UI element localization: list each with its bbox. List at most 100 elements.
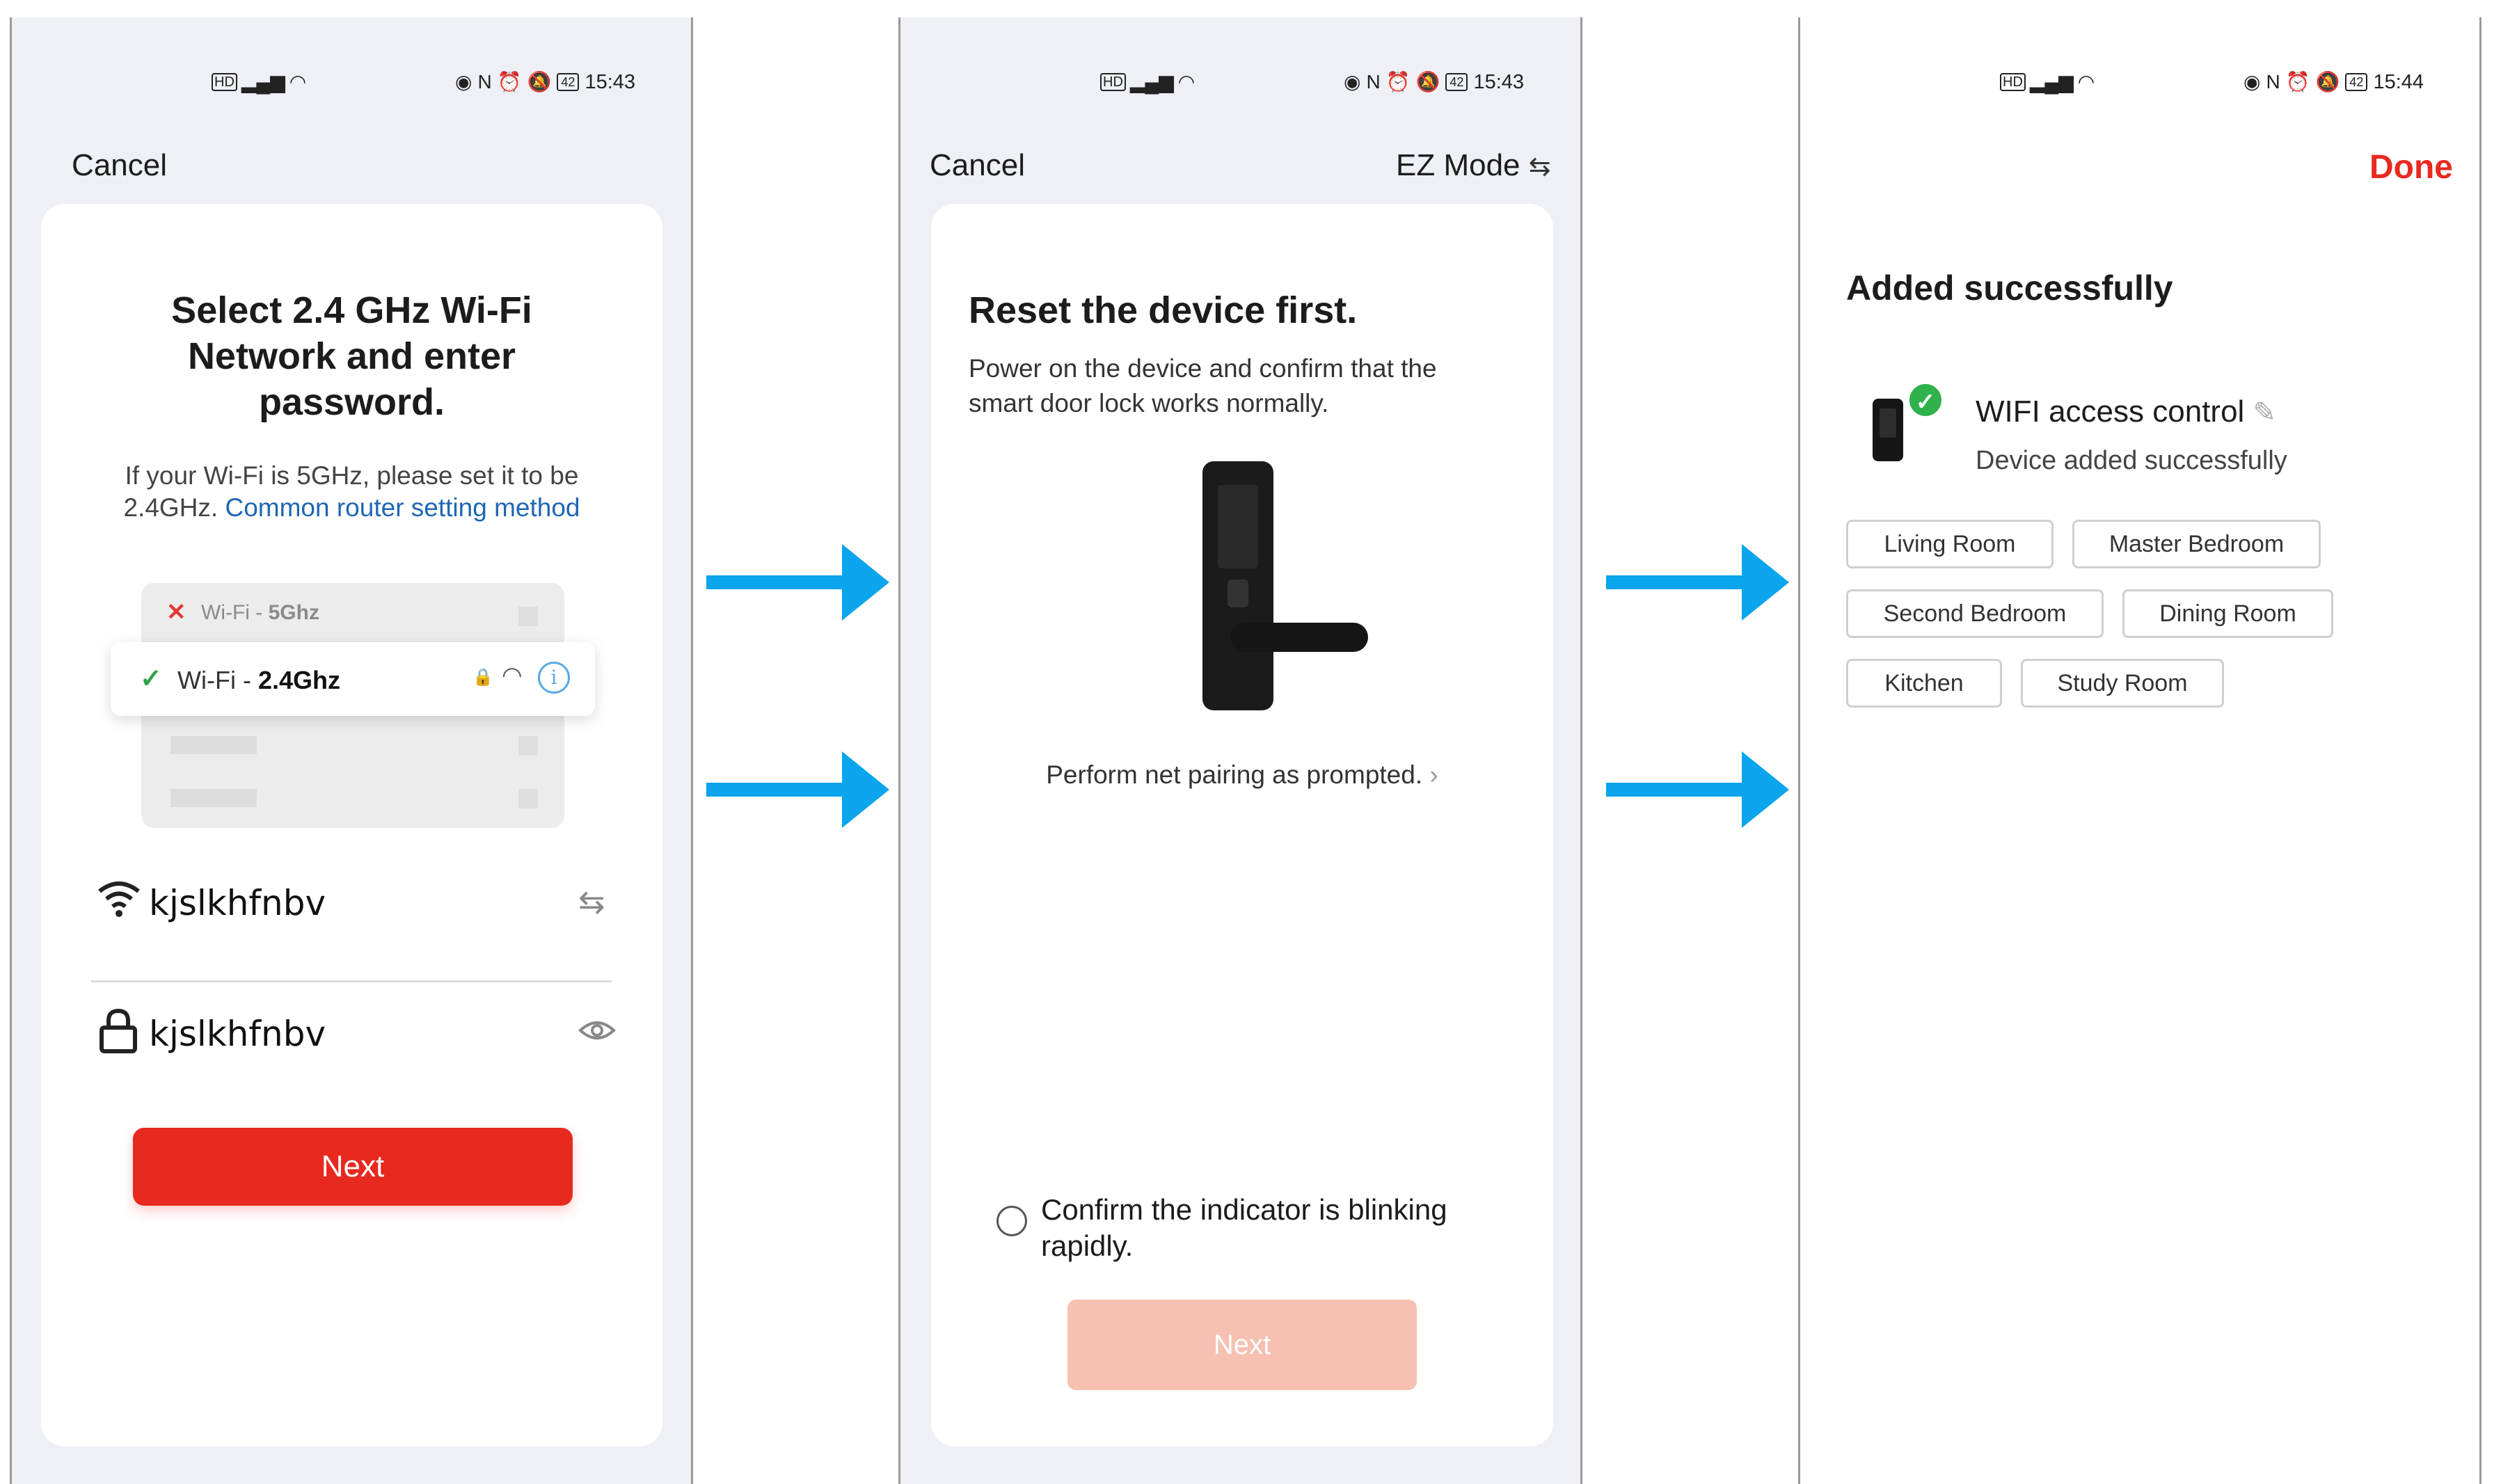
lock-small-icon: 🔒 xyxy=(472,668,493,687)
room-tag-living-room[interactable]: Living Room xyxy=(1846,520,2054,568)
arrow-right-icon xyxy=(1606,544,1789,621)
arrow-right-icon xyxy=(706,544,889,621)
lock-icon xyxy=(100,1008,137,1053)
arrow-right-icon xyxy=(1606,751,1789,828)
room-tag-label: Living Room xyxy=(1884,530,2016,557)
status-right: ◉ N ⏰ 🔕 42 15:43 xyxy=(1344,70,1524,94)
device-keypad xyxy=(1880,408,1896,438)
ez-mode-label: EZ Mode xyxy=(1396,148,1520,182)
status-left: HD ▂▄▆ ◠ xyxy=(2000,70,2095,94)
device-status: Device added successfully xyxy=(1976,446,2287,475)
status-bar: HD ▂▄▆ ◠ ◉ N ⏰ 🔕 42 15:43 xyxy=(12,67,691,97)
device-name: WIFI access control xyxy=(1976,394,2245,429)
router-setting-link[interactable]: Common router setting method xyxy=(225,493,580,522)
panel-border-right xyxy=(1580,17,1582,1484)
mute-icon: 🔕 xyxy=(1415,71,1440,93)
hint-line-2: 2.4GHz. Common router setting method xyxy=(41,492,662,524)
instruction-text: Power on the device and confirm that the… xyxy=(969,351,1437,421)
signal-icon: ▂▄▆ xyxy=(2029,71,2074,93)
mute-icon: 🔕 xyxy=(527,71,552,93)
room-tag-label: Dining Room xyxy=(2159,600,2296,627)
phone-screen-wifi: HD ▂▄▆ ◠ ◉ N ⏰ 🔕 42 15:43 Cancel Select … xyxy=(12,17,691,1484)
wifi-card: Select 2.4 GHz Wi-Fi Network and enter p… xyxy=(41,204,662,1446)
net-pairing-link[interactable]: Perform net pairing as prompted. › xyxy=(931,760,1553,790)
confirm-label: Confirm the indicator is blinking rapidl… xyxy=(1041,1192,1447,1264)
ssid-field[interactable]: kjslkhfnbv ⇆ xyxy=(90,873,619,933)
room-tag-label: Kitchen xyxy=(1884,669,1964,696)
wifi-icon: ◠ xyxy=(289,71,307,93)
chevron-right-icon: › xyxy=(1429,760,1438,789)
lock-handle xyxy=(1230,623,1368,652)
room-tag-second-bedroom[interactable]: Second Bedroom xyxy=(1846,589,2104,638)
eye-icon[interactable] xyxy=(578,1018,616,1043)
battery-icon: 42 xyxy=(2345,73,2368,91)
eye-icon: ◉ xyxy=(455,71,472,93)
title-line-2: Network and enter xyxy=(187,335,516,377)
status-bar: HD ▂▄▆ ◠ ◉ N ⏰ 🔕 42 15:43 xyxy=(900,67,1580,97)
status-right: ◉ N ⏰ 🔕 42 15:43 xyxy=(455,70,635,94)
panel-border-right xyxy=(2479,17,2481,1484)
room-tag-dining-room[interactable]: Dining Room xyxy=(2122,589,2333,638)
nfc-icon: N xyxy=(2266,71,2280,93)
room-tag-study-room[interactable]: Study Room xyxy=(2021,659,2224,708)
title-line-3: password. xyxy=(258,381,445,423)
wifi-24ghz-band: 2.4Ghz xyxy=(257,666,340,694)
password-value: kjslkhfnbv xyxy=(149,1014,326,1054)
wifi-row-24ghz: ✓ Wi-Fi - 2.4Ghz 🔒 ◠ i xyxy=(111,642,595,716)
next-button-label: Next xyxy=(321,1149,385,1183)
password-field[interactable]: kjslkhfnbv xyxy=(90,1003,619,1062)
door-lock-image xyxy=(1202,461,1369,712)
next-button-label: Next xyxy=(1213,1329,1271,1360)
check-icon: ✓ xyxy=(140,664,162,694)
placeholder-square xyxy=(518,736,538,756)
battery-icon: 42 xyxy=(557,73,580,91)
room-tag-label: Study Room xyxy=(2057,669,2188,696)
next-button[interactable]: Next xyxy=(133,1128,573,1206)
success-check-icon: ✓ xyxy=(1907,382,1944,418)
cancel-button[interactable]: Cancel xyxy=(72,148,167,183)
next-button-disabled[interactable]: Next xyxy=(1067,1300,1417,1390)
panel-border-right xyxy=(691,17,693,1484)
status-time: 15:43 xyxy=(1473,70,1525,93)
hd-icon: HD xyxy=(2000,73,2026,91)
room-tag-master-bedroom[interactable]: Master Bedroom xyxy=(2072,520,2321,568)
room-tag-label: Second Bedroom xyxy=(1883,600,2067,627)
lock-keypad xyxy=(1218,485,1258,568)
alarm-icon: ⏰ xyxy=(1385,71,1411,93)
ez-mode-toggle[interactable]: EZ Mode ⇆ xyxy=(1396,148,1551,183)
cancel-button[interactable]: Cancel xyxy=(930,148,1025,183)
instruction-line-1: Power on the device and confirm that the xyxy=(969,354,1437,383)
wifi-small-icon: ◠ xyxy=(502,662,523,689)
confirm-line-1: Confirm the indicator is blinking xyxy=(1041,1193,1447,1226)
hd-icon: HD xyxy=(212,73,237,91)
confirm-checkbox[interactable] xyxy=(996,1206,1027,1236)
signal-icon: ▂▄▆ xyxy=(1129,71,1174,93)
wifi-5ghz-band: 5Ghz xyxy=(268,601,319,624)
nfc-icon: N xyxy=(477,71,492,93)
placeholder-square xyxy=(518,789,538,808)
hint-text: If your Wi-Fi is 5GHz, please set it to … xyxy=(41,460,662,524)
mute-icon: 🔕 xyxy=(2315,71,2340,93)
eye-icon: ◉ xyxy=(2243,71,2261,93)
status-time: 15:43 xyxy=(585,70,636,93)
net-pairing-label: Perform net pairing as prompted. xyxy=(1046,760,1423,789)
switch-network-icon[interactable]: ⇆ xyxy=(578,883,605,920)
signal-icon: ▂▄▆ xyxy=(241,71,285,93)
done-button[interactable]: Done xyxy=(2369,148,2453,186)
device-name-row[interactable]: WIFI access control ✎ xyxy=(1976,394,2276,429)
bar-placeholder xyxy=(170,736,257,754)
status-left: HD ▂▄▆ ◠ xyxy=(212,70,306,94)
room-tag-label: Master Bedroom xyxy=(2108,530,2285,557)
instruction-line-2: smart door lock works normally. xyxy=(969,389,1329,417)
room-tag-kitchen[interactable]: Kitchen xyxy=(1846,659,2002,708)
phone-screen-reset: HD ▂▄▆ ◠ ◉ N ⏰ 🔕 42 15:43 Cancel EZ Mode… xyxy=(900,17,1580,1484)
wifi-icon: ◠ xyxy=(2077,71,2095,93)
wifi-24ghz-label: Wi-Fi - 2.4Ghz xyxy=(177,666,340,695)
alarm-icon: ⏰ xyxy=(497,71,522,93)
cross-icon: ✕ xyxy=(166,599,186,625)
alarm-icon: ⏰ xyxy=(2285,71,2310,93)
hd-icon: HD xyxy=(1100,73,1126,91)
page-title: Added successfully xyxy=(1846,269,2173,308)
wifi-icon: ◠ xyxy=(1177,71,1196,93)
status-bar: HD ▂▄▆ ◠ ◉ N ⏰ 🔕 42 15:44 xyxy=(1800,67,2479,97)
